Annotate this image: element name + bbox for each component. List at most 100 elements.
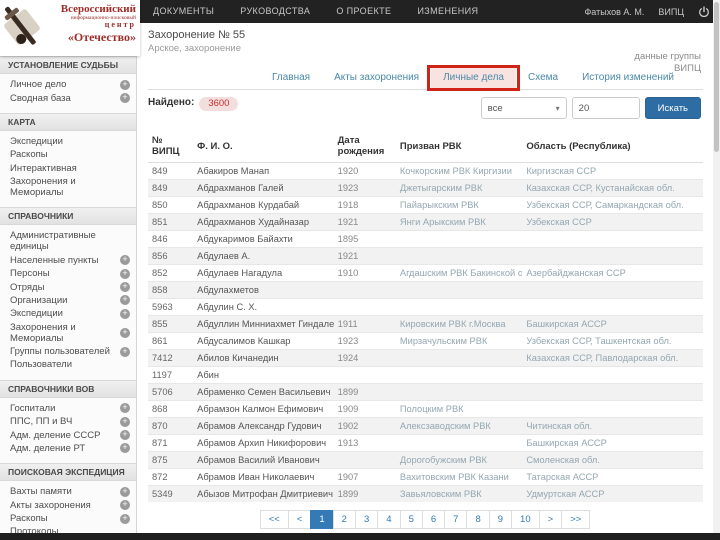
sidebar-item[interactable]: Отряды+	[0, 280, 136, 293]
table-row[interactable]: 851Абдрахманов Худайназар1921Янги Арыкск…	[148, 214, 703, 231]
table-row[interactable]: 868Абрамзон Калмон Ефимович1909Полоцким …	[148, 401, 703, 418]
sidebar-item[interactable]: ППС, ПП и ВЧ+	[0, 415, 136, 428]
sidebar-item[interactable]: Населенные пункты+	[0, 254, 136, 267]
sidebar-item[interactable]: Вахты памяти+	[0, 485, 136, 498]
table-row[interactable]: 871Абрамов Архип Никифорович1913Башкирск…	[148, 435, 703, 452]
page-button-3[interactable]: 3	[355, 510, 378, 529]
expand-plus-icon[interactable]: +	[120, 443, 130, 453]
tab-история-изменений[interactable]: История изменений	[570, 67, 686, 89]
cell-vipc-number: 868	[148, 401, 193, 418]
expand-plus-icon[interactable]: +	[120, 255, 130, 265]
expand-plus-icon[interactable]: +	[120, 269, 130, 279]
table-row[interactable]: 861Абдусалимов Кашкар1923Мирзачульским Р…	[148, 333, 703, 350]
table-row[interactable]: 855Абдуллин Минниахмет Гиндалеевич1911Ки…	[148, 316, 703, 333]
page-button-2[interactable]: 2	[333, 510, 356, 529]
cell-region: Удмуртская АССР	[522, 486, 703, 503]
page-button-6[interactable]: 6	[422, 510, 445, 529]
table-row[interactable]: 856Абдулаев А.1921	[148, 248, 703, 265]
expand-plus-icon[interactable]: +	[120, 282, 130, 292]
expand-plus-icon[interactable]: +	[120, 309, 130, 319]
sidebar-item[interactable]: Адм. деление СССР+	[0, 428, 136, 441]
scrollbar[interactable]	[713, 0, 720, 533]
table-row[interactable]: 5349Абызов Митрофан Дмитриевич1899Завьял…	[148, 486, 703, 503]
expand-plus-icon[interactable]: +	[120, 93, 130, 103]
logo-line1: Всероссийский	[42, 4, 136, 16]
table-row[interactable]: 850Абдрахманов Курдабай1918Пайарыкским Р…	[148, 197, 703, 214]
page-button-1[interactable]: 1	[310, 510, 333, 529]
scrollbar-thumb[interactable]	[714, 2, 719, 152]
table-row[interactable]: 5963Абдулин С. Х.	[148, 299, 703, 316]
page-button-10[interactable]: 10	[511, 510, 540, 529]
table-row[interactable]: 1197Абин	[148, 367, 703, 384]
page-button-5[interactable]: 5	[400, 510, 423, 529]
expand-plus-icon[interactable]: +	[120, 328, 130, 338]
cell-rvk	[396, 367, 522, 384]
sidebar-item[interactable]: Организации+	[0, 294, 136, 307]
topnav-item-руководства[interactable]: Руководства	[227, 0, 323, 23]
expand-plus-icon[interactable]: +	[120, 295, 130, 305]
sidebar-item[interactable]: Интерактивная	[0, 162, 136, 175]
group-menu[interactable]: ВИПЦ	[658, 7, 684, 17]
sidebar-item[interactable]: Адм. деление РТ+	[0, 442, 136, 455]
expand-plus-icon[interactable]: +	[120, 417, 130, 427]
page-button-4[interactable]: 4	[377, 510, 400, 529]
tab-личные-дела[interactable]: Личные дела	[431, 67, 516, 89]
page-button->[interactable]: >	[539, 510, 563, 529]
topnav-item-о проекте[interactable]: О проекте	[323, 0, 404, 23]
table-row[interactable]: 5706Абраменко Семен Васильевич1899	[148, 384, 703, 401]
sidebar-item[interactable]: Пользователи	[0, 358, 136, 371]
topnav-item-изменения[interactable]: Изменения	[404, 0, 491, 23]
sidebar-item[interactable]: Раскопы	[0, 148, 136, 161]
sidebar-item[interactable]: Протоколы	[0, 525, 136, 533]
expand-plus-icon[interactable]: +	[120, 430, 130, 440]
user-menu[interactable]: Фатыхов А. М.	[584, 7, 644, 17]
sidebar-item[interactable]: Госпитали+	[0, 402, 136, 415]
cell-vipc-number: 861	[148, 333, 193, 350]
sidebar-item[interactable]: Экспедиции+	[0, 307, 136, 320]
sidebar-item[interactable]: Экспедиции	[0, 135, 136, 148]
page-button-<<[interactable]: <<	[260, 510, 289, 529]
search-button[interactable]: Искать	[645, 97, 701, 119]
table-row[interactable]: 852Абдулаев Нагадула1910Агдашским РВК Ба…	[148, 265, 703, 282]
expand-plus-icon[interactable]: +	[120, 514, 130, 524]
page-button-<[interactable]: <	[288, 510, 312, 529]
table-row[interactable]: 849Абакиров Манап1920Кочкорским РВК Кирг…	[148, 163, 703, 180]
table-row[interactable]: 875Абрамов Василий ИвановичДорогобужским…	[148, 452, 703, 469]
sidebar-item[interactable]: Раскопы+	[0, 512, 136, 525]
cell-vipc-number: 5963	[148, 299, 193, 316]
page-button-8[interactable]: 8	[466, 510, 489, 529]
cell-birth-date	[334, 282, 396, 299]
table-row[interactable]: 858Абдулахметов	[148, 282, 703, 299]
expand-plus-icon[interactable]: +	[120, 80, 130, 90]
expand-plus-icon[interactable]: +	[120, 347, 130, 357]
expand-plus-icon[interactable]: +	[120, 403, 130, 413]
sidebar-item[interactable]: Личное дело+	[0, 78, 136, 91]
sidebar-item[interactable]: Персоны+	[0, 267, 136, 280]
sidebar-item[interactable]: Захоронения и Мемориалы	[0, 175, 136, 199]
sidebar-item[interactable]: Сводная база+	[0, 91, 136, 104]
app-logo[interactable]: Всероссийский информационно-поисковый це…	[0, 0, 140, 56]
sidebar-item[interactable]: Захоронения и Мемориалы+	[0, 321, 136, 345]
sidebar-item[interactable]: Акты захоронения+	[0, 499, 136, 512]
sidebar-item[interactable]: Административные единицы	[0, 229, 136, 253]
page-size-input[interactable]	[572, 97, 640, 119]
table-row[interactable]: 849Абдрахманов Галей1923Джетыгарским РВК…	[148, 180, 703, 197]
table-row[interactable]: 872Абрамов Иван Николаевич1907Вахитовски…	[148, 469, 703, 486]
expand-plus-icon[interactable]: +	[120, 487, 130, 497]
sidebar-item[interactable]: Группы пользователей+	[0, 345, 136, 358]
footer-bar	[0, 533, 720, 540]
tab-главная[interactable]: Главная	[260, 67, 322, 89]
page-button-7[interactable]: 7	[444, 510, 467, 529]
topnav-item-документы[interactable]: Документы	[140, 0, 227, 23]
page-button->>[interactable]: >>	[561, 510, 590, 529]
table-row[interactable]: 870Абрамов Александр Гудович1902Алексзав…	[148, 418, 703, 435]
tab-схема[interactable]: Схема	[516, 67, 570, 89]
logout-power-icon[interactable]	[698, 6, 710, 18]
table-row[interactable]: 846Абдукаримов Байахти1895	[148, 231, 703, 248]
filter-select[interactable]: все ▾	[481, 97, 567, 119]
page-button-9[interactable]: 9	[489, 510, 512, 529]
expand-plus-icon[interactable]: +	[120, 500, 130, 510]
tab-акты-захоронения[interactable]: Акты захоронения	[322, 67, 431, 89]
table-row[interactable]: 7412Абилов Кичанедин1924Казахская ССР, П…	[148, 350, 703, 367]
sidebar-section: КартаЭкспедицииРаскопыИнтерактивнаяЗахор…	[0, 113, 136, 202]
